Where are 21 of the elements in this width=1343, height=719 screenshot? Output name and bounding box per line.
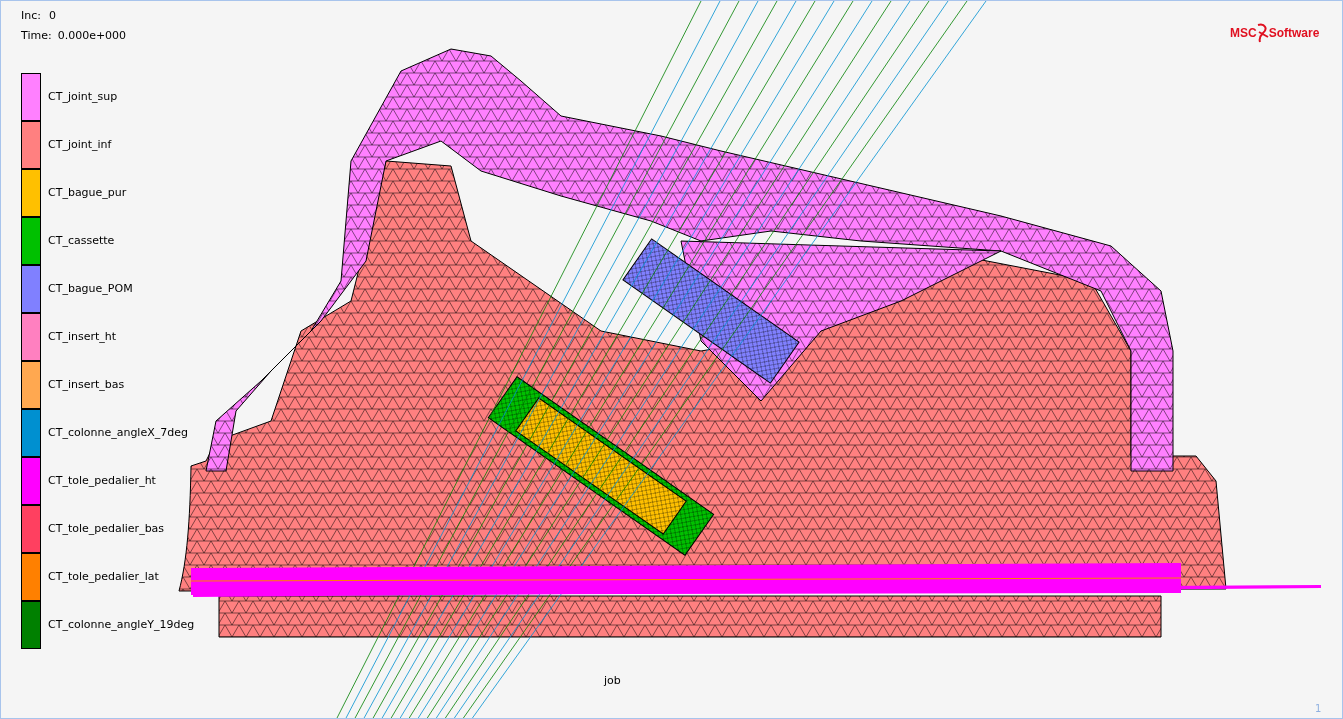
legend-label: CT_colonne_angleX_7deg [48,424,188,441]
page-number: 1 [1315,702,1322,716]
legend-label: CT_joint_sup [48,88,118,105]
viewport-label: job [604,673,621,689]
logo-text: MSC [1230,25,1257,42]
swoosh-icon [1256,23,1269,43]
legend-label: CT_tole_pedalier_lat [48,568,159,585]
legend-label: CT_joint_inf [48,136,112,153]
legend-label: CT_insert_ht [48,328,117,345]
increment-value: 0 [49,8,56,24]
legend-label: CT_bague_pur [48,184,127,201]
time-value: 0.000e+000 [57,27,127,44]
legend-label: CT_tole_pedalier_bas [48,520,165,537]
legend-label: CT_bague_POM [48,280,133,297]
increment-label: Inc: [21,8,41,24]
logo-text: Software [1268,25,1320,42]
legend-label: CT_cassette [48,232,115,249]
legend-label: CT_tole_pedalier_ht [48,472,156,489]
legend-label: CT_insert_bas [48,376,125,393]
legend-label: CT_colonne_angleY_19deg [48,616,195,633]
time-label: Time: [21,27,52,44]
